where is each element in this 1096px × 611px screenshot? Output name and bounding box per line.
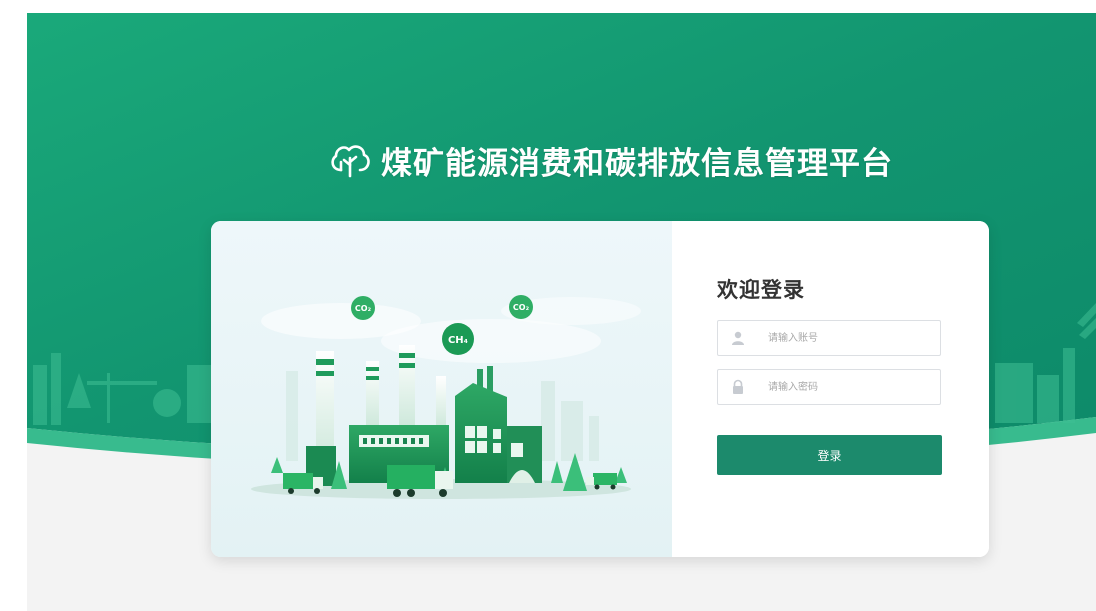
login-button[interactable]: 登录: [717, 435, 942, 475]
co2-bubble-right: CO₂: [509, 295, 533, 319]
lock-icon: [733, 379, 743, 394]
page-title: 煤矿能源消费和碳排放信息管理平台: [381, 145, 893, 182]
bubble-label: CO₂: [355, 304, 372, 313]
ch4-bubble: CH₄: [442, 323, 474, 355]
login-panel: 欢迎登录 登录: [672, 221, 989, 557]
page-frame: 煤矿能源消费和碳排放信息管理平台 CO₂ CH₄ CO₂ 欢迎登录 请输入账号 …: [27, 13, 1096, 611]
co2-bubble-left: CO₂: [351, 296, 375, 320]
user-icon: [732, 331, 744, 345]
login-card: CO₂ CH₄ CO₂ 欢迎登录 请输入账号 登录: [211, 221, 989, 557]
account-input[interactable]: [768, 321, 928, 355]
password-input[interactable]: [768, 370, 928, 404]
account-field[interactable]: [717, 320, 941, 356]
password-field[interactable]: [717, 369, 941, 405]
factory-illustration: CO₂ CH₄ CO₂: [211, 221, 672, 557]
tree-leaf-logo-icon: [331, 145, 370, 178]
brand-header: 煤矿能源消费和碳排放信息管理平台: [327, 135, 893, 185]
bubble-label: CO₂: [513, 303, 530, 312]
login-title: 欢迎登录: [717, 278, 805, 302]
bubble-label: CH₄: [448, 335, 468, 346]
